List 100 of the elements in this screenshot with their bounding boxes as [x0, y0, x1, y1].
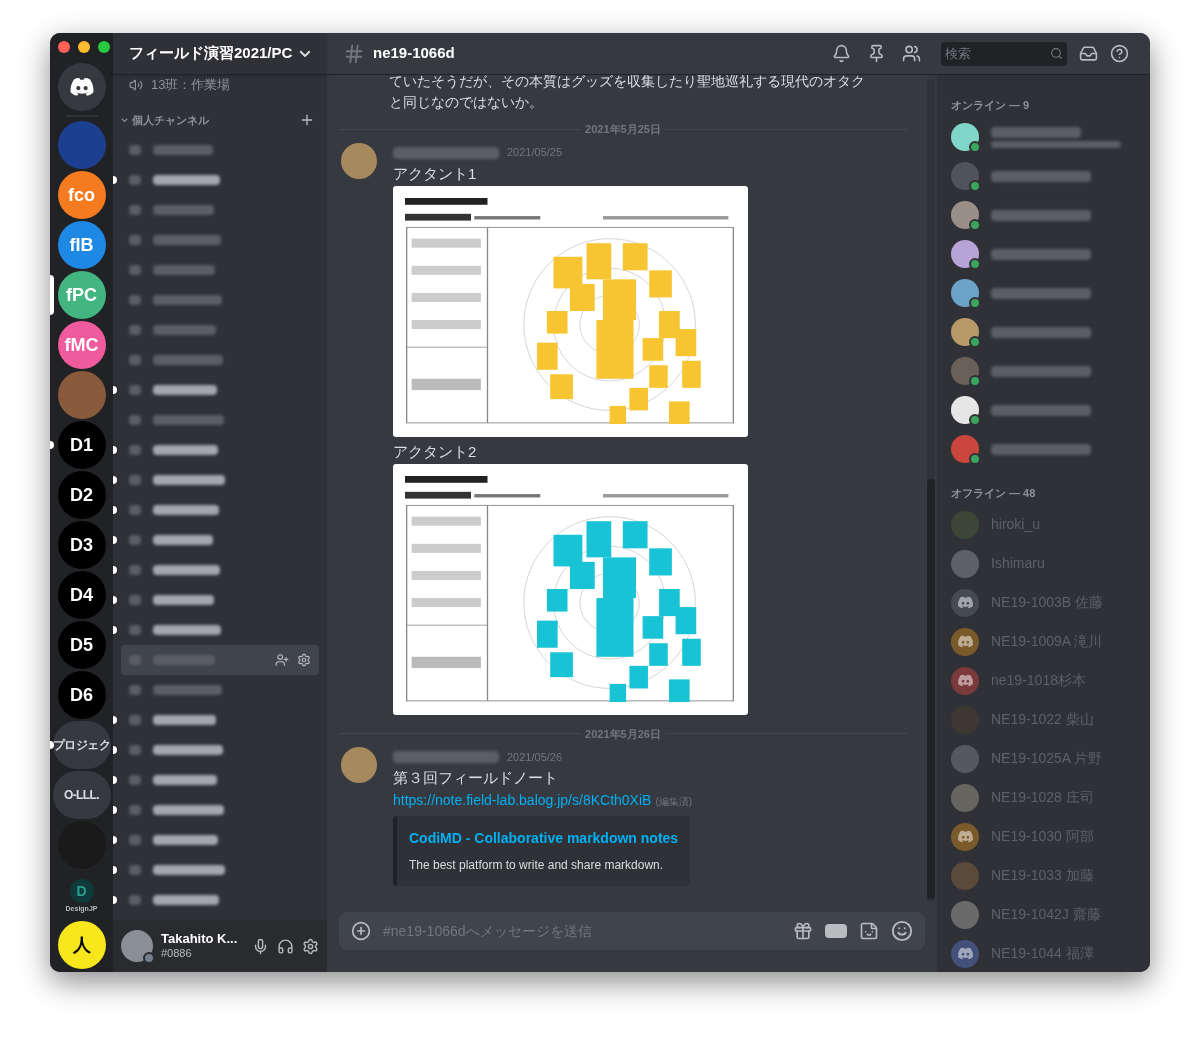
close-window-button[interactable] — [58, 41, 70, 53]
server-icon[interactable]: D6 — [57, 671, 106, 719]
server-item[interactable]: D6 — [50, 671, 113, 719]
settings-icon[interactable] — [302, 937, 319, 955]
scrollbar-thumb[interactable] — [927, 479, 935, 899]
settings-icon[interactable] — [297, 652, 311, 667]
gift-icon[interactable] — [793, 921, 813, 941]
discord-logo-icon — [956, 674, 974, 687]
discord-logo-icon — [956, 635, 974, 648]
category-header[interactable]: 個人チャンネル — [132, 112, 209, 129]
embed-description: The best platform to write and share markdown. — [409, 857, 665, 874]
server-icon[interactable]: D3 — [57, 521, 106, 569]
channel-icon — [129, 444, 141, 455]
unread-indicator — [113, 595, 117, 604]
inbox-icon[interactable] — [1079, 44, 1098, 63]
discord-logo-icon — [956, 947, 974, 960]
server-item[interactable]: fMC — [50, 321, 113, 369]
bell-icon[interactable] — [832, 44, 851, 63]
unread-indicator — [113, 865, 117, 874]
microphone-icon[interactable] — [252, 937, 269, 955]
online-status-icon — [969, 180, 981, 192]
channel-icon — [129, 834, 141, 845]
server-item[interactable]: fPC — [50, 271, 113, 319]
speaker-icon — [129, 78, 143, 92]
server-icon[interactable]: D4 — [57, 571, 106, 619]
server-icon[interactable]: 人 — [57, 921, 106, 969]
canvas-image-drawing[interactable] — [393, 463, 748, 715]
home-button[interactable] — [57, 63, 106, 111]
server-icon[interactable]: D1 — [57, 421, 106, 469]
channel-icon — [129, 864, 141, 875]
unread-indicator — [113, 535, 117, 544]
server-logo-letter: D — [69, 878, 94, 903]
user-avatar[interactable] — [121, 930, 153, 962]
channel-icon — [129, 174, 141, 185]
unread-indicator — [113, 805, 117, 814]
gif-icon[interactable] — [825, 924, 847, 938]
channel-icon — [129, 564, 141, 575]
server-icon[interactable]: プロジェク — [52, 721, 111, 769]
member-section-header: オフライン — 48 — [951, 485, 1037, 501]
canvas-image-drawing[interactable] — [393, 185, 748, 437]
channel-icon — [129, 744, 141, 755]
server-item[interactable]: 人 — [50, 921, 113, 969]
message-timestamp: 2021/05/26 — [507, 749, 563, 765]
server-item[interactable]: D3 — [50, 521, 113, 569]
server-item[interactable]: D1 — [50, 421, 113, 469]
date-divider: 2021年5月25日 — [584, 122, 662, 137]
help-icon[interactable] — [1110, 44, 1129, 63]
unread-indicator — [113, 895, 117, 904]
server-icon[interactable]: D2 — [57, 471, 106, 519]
server-icon[interactable]: fMC — [57, 321, 106, 369]
server-icon[interactable]: D5 — [57, 621, 106, 669]
channel-icon — [129, 234, 141, 245]
server-icon[interactable] — [57, 371, 106, 419]
headphones-icon[interactable] — [277, 937, 294, 955]
attach-icon[interactable] — [351, 921, 371, 941]
server-item[interactable]: D2 — [50, 471, 113, 519]
channel-icon — [129, 384, 141, 395]
discord-logo-icon — [956, 596, 974, 609]
online-status-icon — [969, 453, 981, 465]
channel-name: ne19-1066d — [373, 43, 455, 64]
emoji-icon[interactable] — [891, 920, 913, 942]
invite-icon[interactable] — [275, 652, 289, 667]
unread-indicator — [113, 745, 117, 754]
unread-indicator — [113, 775, 117, 784]
channel-icon — [129, 294, 141, 305]
search-field[interactable]: 検索 — [941, 41, 1067, 66]
channel-icon — [129, 714, 141, 725]
message-timestamp: 2021/05/25 — [507, 145, 563, 161]
channel-icon — [129, 204, 141, 215]
server-header[interactable]: フィールド演習2021/PC — [113, 33, 327, 75]
online-status-icon — [969, 258, 981, 270]
maximize-window-button[interactable] — [98, 41, 110, 53]
discord-logo-icon — [956, 830, 974, 843]
server-icon[interactable]: fco — [57, 171, 106, 219]
message-text: アクタント2 — [393, 441, 478, 462]
online-status-icon — [969, 375, 981, 387]
sticker-icon[interactable] — [859, 921, 879, 941]
unread-indicator — [113, 475, 117, 484]
message-text: ていたそうだが、その本質はグッズを収集したり聖地巡礼する現代のオタク — [389, 75, 866, 91]
pin-icon[interactable] — [867, 44, 886, 63]
unread-indicator — [113, 715, 117, 724]
message-link[interactable]: https://note.field-lab.balog.jp/s/8KCth0XiB — [393, 790, 652, 811]
minimize-window-button[interactable] — [78, 41, 90, 53]
members-icon[interactable] — [902, 44, 921, 63]
server-icon[interactable]: O-LLL. — [52, 771, 111, 819]
server-item[interactable]: D4 — [50, 571, 113, 619]
server-item[interactable]: fco — [50, 171, 113, 219]
embed-title[interactable]: CodiMD - Collaborative markdown notes — [409, 828, 679, 848]
selected-indicator — [50, 275, 54, 315]
channel-item[interactable] — [121, 644, 319, 675]
server-icon[interactable]: fIB — [57, 221, 106, 269]
status-icon — [143, 952, 155, 964]
author-avatar[interactable] — [341, 747, 377, 783]
author-avatar[interactable] — [341, 142, 377, 179]
server-icon[interactable]: fPC — [57, 271, 106, 319]
voice-channel[interactable]: 13班：作業場 — [121, 76, 319, 94]
online-status-icon — [969, 297, 981, 309]
unread-indicator — [113, 565, 117, 574]
server-item[interactable]: D5 — [50, 621, 113, 669]
server-item[interactable]: fIB — [50, 221, 113, 269]
